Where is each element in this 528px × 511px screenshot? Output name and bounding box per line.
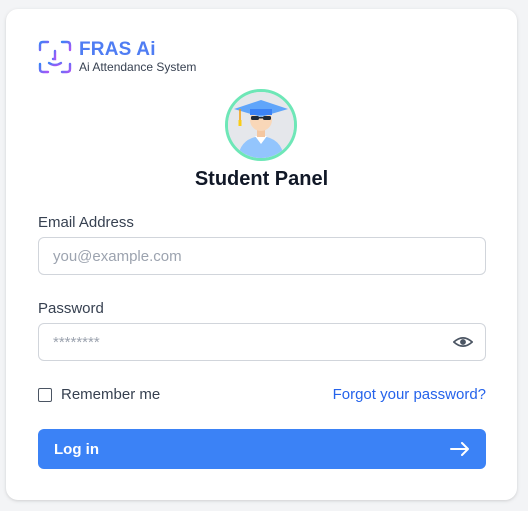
login-card: FRAS Ai Ai Attendance System Student Pan… [6, 9, 517, 500]
remember-me: Remember me [38, 386, 160, 403]
brand: FRAS Ai Ai Attendance System [38, 39, 196, 74]
face-scan-icon [38, 40, 72, 74]
email-input[interactable] [51, 246, 473, 266]
brand-tagline: Ai Attendance System [79, 60, 197, 74]
brand-name: FRAS Ai [79, 39, 156, 60]
login-label: Log in [54, 440, 99, 458]
eye-icon[interactable] [453, 332, 473, 352]
email-label: Email Address [38, 214, 134, 231]
arrow-right-icon [450, 442, 469, 456]
student-avatar [225, 89, 297, 161]
remember-checkbox[interactable] [38, 387, 52, 402]
email-field[interactable] [38, 237, 486, 275]
password-input[interactable] [51, 332, 453, 352]
password-field[interactable] [38, 323, 486, 361]
graduate-avatar-icon [228, 92, 294, 158]
forgot-password-link[interactable]: Forgot your password? [333, 386, 486, 403]
panel-title: Student Panel [194, 168, 329, 190]
remember-label: Remember me [61, 386, 161, 403]
login-button[interactable]: Log in [38, 429, 486, 469]
password-label: Password [38, 300, 104, 317]
